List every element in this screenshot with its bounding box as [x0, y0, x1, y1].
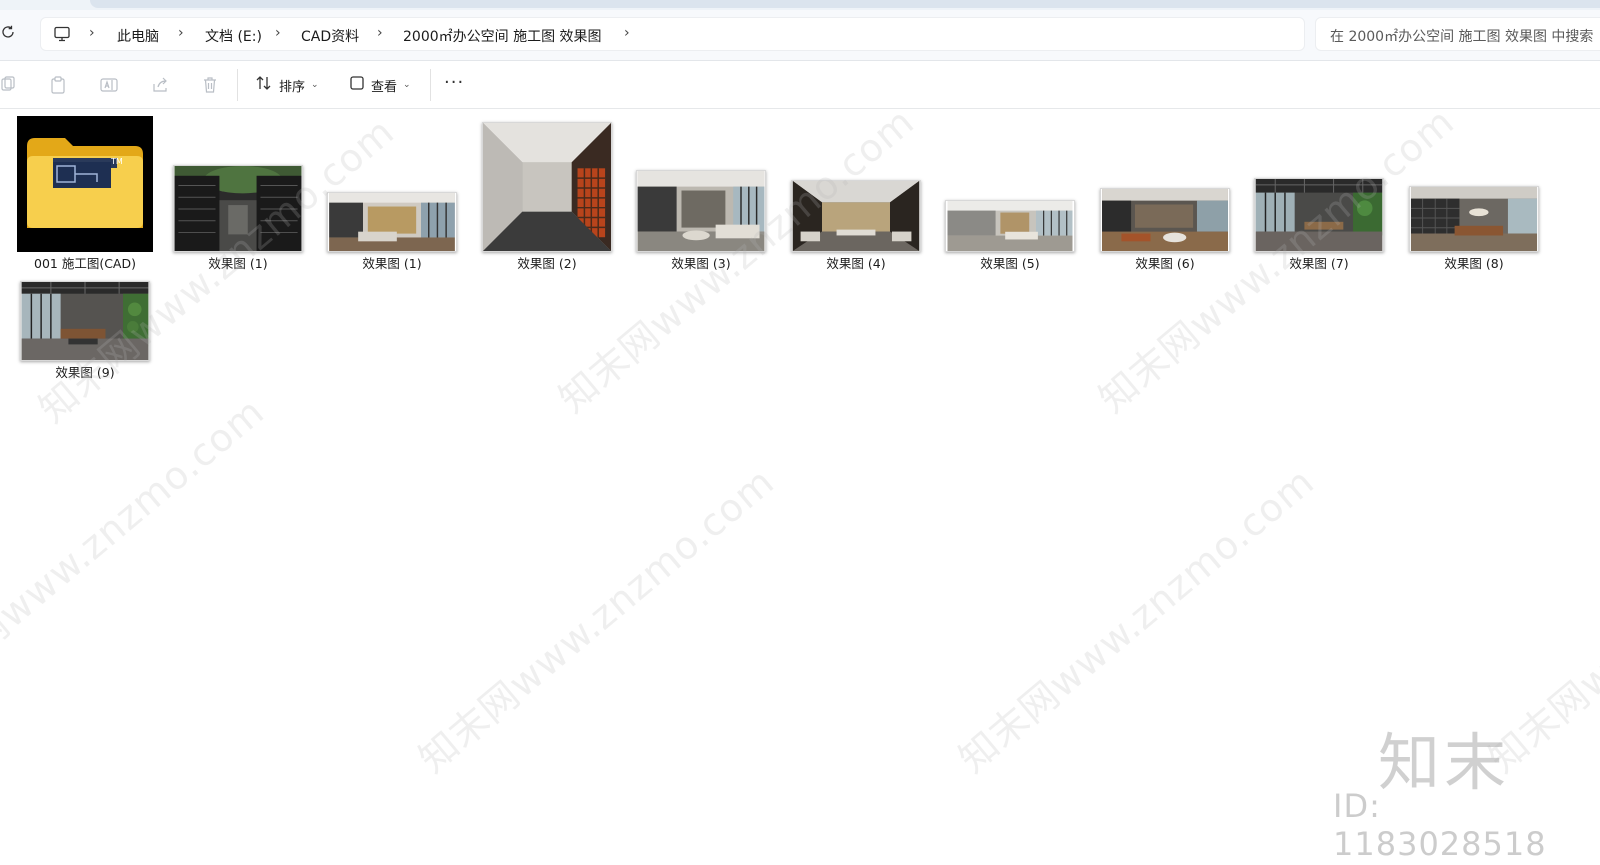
thumbnail-area: [781, 117, 931, 252]
file-item-image[interactable]: 效果图 (1): [163, 117, 313, 277]
file-item-image[interactable]: 效果图 (3): [626, 117, 776, 277]
breadcrumb-current-folder[interactable]: 2000㎡办公空间 施工图 效果图: [403, 26, 602, 46]
sort-label: 排序: [279, 79, 306, 95]
view-label: 查看: [371, 79, 398, 95]
address-row: › 此电脑 › 文档 (E:) › CAD资料 › 2000㎡办公空间 施工图 …: [0, 10, 1600, 61]
rendering-thumbnail: [636, 170, 766, 252]
title-strip: [0, 0, 1600, 10]
tab-strip-edge: [90, 0, 1600, 8]
more-icon[interactable]: ···: [444, 74, 472, 95]
thumbnail-area: [1399, 117, 1549, 252]
file-name[interactable]: 效果图 (4): [776, 253, 936, 272]
view-icon: [349, 75, 365, 95]
breadcrumb-separator[interactable]: ›: [89, 25, 95, 41]
rendering-thumbnail: [173, 165, 303, 252]
thumbnail-area: [163, 117, 313, 252]
thumbnail-area: [1090, 117, 1240, 252]
file-item-image[interactable]: 效果图 (8): [1399, 117, 1549, 277]
chevron-down-icon: ⌄: [403, 80, 411, 90]
rendering-thumbnail: [1100, 188, 1230, 252]
file-name[interactable]: 效果图 (1): [312, 253, 472, 272]
rendering-thumbnail: [327, 192, 457, 252]
search-placeholder: 在 2000㎡办公空间 施工图 效果图 中搜索: [1330, 29, 1594, 45]
chevron-down-icon: ⌄: [311, 80, 319, 90]
toolbar-divider: [237, 69, 238, 101]
file-item-image[interactable]: 效果图 (4): [781, 117, 931, 277]
sort-button[interactable]: 排序 ⌄: [255, 70, 319, 100]
breadcrumb-separator[interactable]: ›: [624, 25, 630, 41]
breadcrumb-drive-e[interactable]: 文档 (E:): [205, 26, 262, 46]
file-name[interactable]: 效果图 (7): [1239, 253, 1399, 272]
thumbnail-area: [1244, 117, 1394, 252]
file-item-image[interactable]: 效果图 (1): [317, 117, 467, 277]
sort-icon: [255, 75, 273, 95]
address-bar[interactable]: › 此电脑 › 文档 (E:) › CAD资料 › 2000㎡办公空间 施工图 …: [40, 17, 1305, 51]
rendering-thumbnail: [1254, 178, 1384, 252]
file-item-image[interactable]: 效果图 (2): [472, 117, 622, 277]
rendering-thumbnail: [945, 200, 1075, 252]
paste-icon[interactable]: [48, 75, 68, 95]
refresh-icon[interactable]: [0, 24, 18, 44]
file-item-image[interactable]: 效果图 (6): [1090, 117, 1240, 277]
file-name[interactable]: 效果图 (2): [467, 253, 627, 272]
breadcrumb-cad-folder[interactable]: CAD资料: [301, 26, 359, 46]
file-name[interactable]: 效果图 (5): [930, 253, 1090, 272]
rendering-thumbnail: [791, 180, 921, 252]
watermark-id: ID: 1183028518: [1333, 787, 1547, 863]
file-item-image[interactable]: 效果图 (9): [10, 226, 160, 386]
thumbnail-area: [317, 117, 467, 252]
rename-icon[interactable]: [99, 75, 119, 95]
breadcrumb-separator[interactable]: ›: [275, 25, 281, 41]
rendering-thumbnail: [482, 122, 612, 252]
breadcrumb-separator[interactable]: ›: [178, 25, 184, 41]
file-item-image[interactable]: 效果图 (5): [935, 117, 1085, 277]
breadcrumb-this-pc[interactable]: 此电脑: [117, 26, 159, 46]
file-name[interactable]: 效果图 (9): [5, 362, 165, 381]
rendering-thumbnail: [1409, 186, 1539, 252]
file-grid: TM 001 施工图(CAD) 效果图 (1) 效果图 (1) 效果图 (2) …: [0, 109, 1600, 865]
thumbnail-area: [10, 226, 160, 361]
svg-text:TM: TM: [110, 157, 123, 166]
thumbnail-area: [935, 117, 1085, 252]
share-icon[interactable]: [150, 75, 170, 95]
file-name[interactable]: 效果图 (8): [1394, 253, 1554, 272]
file-name[interactable]: 效果图 (6): [1085, 253, 1245, 272]
copy-icon[interactable]: [0, 75, 18, 95]
file-item-image[interactable]: 效果图 (7): [1244, 117, 1394, 277]
toolbar-divider: [430, 69, 431, 101]
file-name[interactable]: 效果图 (1): [158, 253, 318, 272]
search-input[interactable]: 在 2000㎡办公空间 施工图 效果图 中搜索: [1315, 17, 1600, 51]
file-name[interactable]: 效果图 (3): [621, 253, 781, 272]
breadcrumb-separator[interactable]: ›: [377, 25, 383, 41]
thumbnail-area: [472, 117, 622, 252]
rendering-thumbnail: [20, 281, 150, 361]
command-bar: 排序 ⌄ 查看 ⌄ ···: [0, 61, 1600, 109]
thumbnail-area: [626, 117, 776, 252]
view-button[interactable]: 查看 ⌄: [349, 70, 411, 100]
this-pc-icon[interactable]: [53, 26, 71, 42]
delete-icon[interactable]: [200, 75, 220, 95]
